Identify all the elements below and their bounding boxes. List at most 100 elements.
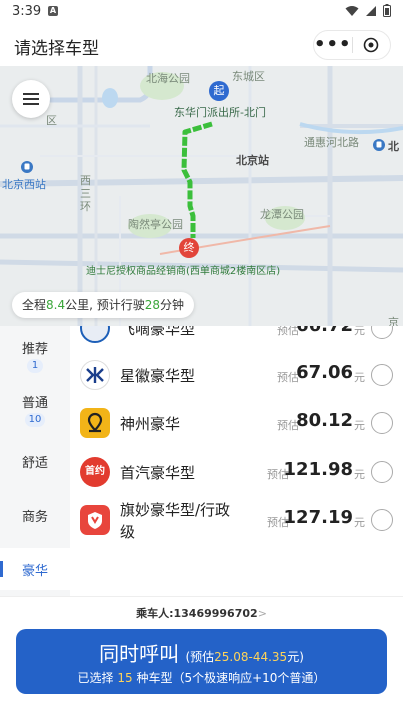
car-name-line2: 级 bbox=[120, 523, 136, 541]
selected-count: 15 bbox=[117, 671, 133, 685]
call-title: 同时呼叫 bbox=[99, 642, 180, 666]
close-button[interactable] bbox=[353, 37, 390, 53]
car-select-radio[interactable] bbox=[371, 509, 393, 531]
car-name-line1: 旗妙豪华型/行政 bbox=[120, 501, 231, 519]
car-price: 80.12 bbox=[296, 410, 353, 431]
page-title: 请选择车型 bbox=[14, 39, 99, 59]
menu-icon bbox=[23, 93, 39, 95]
category-luxury[interactable]: 豪华 bbox=[0, 548, 70, 590]
category-recommended[interactable]: 推荐 1 bbox=[0, 338, 70, 373]
more-button[interactable]: ••• bbox=[314, 30, 352, 60]
category-count-badge: 10 bbox=[25, 413, 45, 427]
menu-icon-line3 bbox=[23, 103, 39, 105]
route-prefix: 全程 bbox=[22, 298, 47, 312]
close-target-icon bbox=[363, 37, 379, 53]
price-unit: 元 bbox=[354, 419, 365, 432]
chevron-right-icon: > bbox=[257, 607, 267, 620]
map-label-beijing-station: 北京站 bbox=[236, 154, 269, 167]
price-unit: 元 bbox=[354, 516, 365, 529]
map-label-dongcheng: 东城区 bbox=[232, 70, 265, 83]
car-name: 首汽豪华型 bbox=[120, 464, 196, 482]
map-label-xisanhuan: 西三环 bbox=[80, 174, 91, 213]
xinghui-logo-icon bbox=[80, 360, 110, 390]
car-price: 121.98 bbox=[283, 459, 353, 480]
battery-icon bbox=[383, 4, 391, 17]
star-emblem-icon bbox=[86, 367, 104, 383]
map-label-tonghui: 通惠河北路 bbox=[304, 136, 359, 149]
category-label: 舒适 bbox=[21, 456, 48, 471]
car-row[interactable]: 星徽豪华型 预估 67.06 元 bbox=[70, 351, 403, 399]
menu-icon-line2 bbox=[23, 98, 39, 100]
route-map[interactable]: 北海公园 东城区 区 通惠河北路 北京站 北京西站 北 西三环 陶然亭公园 龙潭… bbox=[0, 66, 403, 328]
price-unit: 元 bbox=[354, 326, 365, 337]
route-summary: 全程8.4公里, 预计行驶28分钟 bbox=[12, 292, 195, 318]
end-place-label: 迪士尼授权商品经销商(西单商城2楼南区店) bbox=[86, 266, 281, 277]
map-label-bao: 北 bbox=[388, 140, 399, 153]
passenger-phone: 13469996702 bbox=[173, 607, 258, 620]
car-select-radio[interactable] bbox=[371, 461, 393, 483]
status-icons bbox=[345, 4, 391, 17]
car-select-radio[interactable] bbox=[371, 364, 393, 386]
route-minutes: 28 bbox=[144, 298, 161, 312]
feidi-logo-icon bbox=[80, 326, 110, 343]
route-mid: 公里, 预计行驶 bbox=[65, 298, 145, 312]
category-label: 推荐 bbox=[21, 342, 48, 357]
passenger-selector[interactable]: 乘车人:13469996702> bbox=[0, 605, 403, 621]
wifi-icon bbox=[345, 5, 359, 16]
app-header: 请选择车型 ••• bbox=[0, 24, 403, 66]
car-row[interactable]: 首约 首汽豪华型 预估 121.98 元 bbox=[70, 448, 403, 496]
car-price: 66.72 bbox=[296, 326, 353, 336]
map-label-longtan: 龙潭公园 bbox=[260, 208, 304, 221]
logo-text: 首约 bbox=[85, 466, 105, 477]
estimate-range: 25.08-44.35 bbox=[214, 650, 288, 664]
estimate-close: 元) bbox=[287, 650, 304, 664]
estimate-open: (预估 bbox=[185, 650, 215, 664]
car-select-radio[interactable] bbox=[371, 326, 393, 339]
shouqi-logo-icon: 首约 bbox=[80, 457, 110, 487]
map-label-taoranting: 陶然亭公园 bbox=[128, 218, 183, 231]
selected-summary: 已选择 15 种车型（5个极速响应+10个普通） bbox=[16, 669, 387, 686]
category-label: 商务 bbox=[21, 510, 48, 525]
signal-icon bbox=[366, 5, 376, 16]
category-label: 普通 bbox=[21, 396, 48, 411]
category-count-badge: 1 bbox=[27, 359, 43, 373]
car-price: 127.19 bbox=[283, 507, 353, 528]
train-station-icon-east bbox=[373, 139, 385, 151]
category-business[interactable]: 商务 bbox=[0, 506, 70, 525]
car-row[interactable]: 飞嘀豪华型 预估 66.72 元 bbox=[70, 326, 403, 352]
car-select-radio[interactable] bbox=[371, 412, 393, 434]
route-distance: 8.4 bbox=[46, 298, 66, 312]
category-standard[interactable]: 普通 10 bbox=[0, 392, 70, 427]
mini-program-capsule: ••• bbox=[313, 30, 391, 60]
car-name: 神州豪华 bbox=[120, 415, 181, 433]
car-price: 67.06 bbox=[296, 362, 353, 383]
selected-prefix: 已选择 bbox=[77, 671, 118, 685]
start-marker: 起 bbox=[209, 81, 229, 101]
active-indicator bbox=[0, 561, 3, 577]
end-marker: 终 bbox=[179, 238, 199, 258]
shenzhou-logo-icon bbox=[80, 408, 110, 438]
map-menu-button[interactable] bbox=[12, 80, 50, 118]
car-name: 星徽豪华型 bbox=[120, 367, 196, 385]
category-label: 豪华 bbox=[22, 564, 49, 579]
notification-icon: A bbox=[48, 6, 58, 16]
status-bar: 3:39 A bbox=[0, 0, 403, 24]
car-list: 飞嘀豪华型 预估 66.72 元 星徽豪华型 预估 67.06 元 神州豪华 预… bbox=[70, 326, 403, 544]
passenger-label: 乘车人: bbox=[136, 607, 174, 620]
category-comfort[interactable]: 舒适 bbox=[0, 452, 70, 471]
shield-icon bbox=[88, 512, 102, 529]
map-label-beijing-west: 北京西站 bbox=[2, 178, 46, 191]
car-row[interactable]: 神州豪华 预估 80.12 元 bbox=[70, 399, 403, 447]
car-row[interactable]: 旗妙豪华型/行政 级 预估 127.19 元 bbox=[70, 496, 403, 544]
map-label-beihai: 北海公园 bbox=[146, 72, 190, 85]
train-station-icon bbox=[21, 161, 33, 173]
location-pin-icon bbox=[87, 412, 103, 433]
price-unit: 元 bbox=[354, 371, 365, 384]
price-unit: 元 bbox=[354, 468, 365, 481]
qimiao-logo-icon bbox=[80, 505, 110, 535]
call-button[interactable]: 同时呼叫 (预估25.08-44.35元) 已选择 15 种车型（5个极速响应+… bbox=[16, 629, 387, 694]
route-suffix: 分钟 bbox=[160, 298, 185, 312]
selected-suffix: 种车型（5个极速响应+10个普通） bbox=[132, 671, 326, 685]
map-label-qu: 区 bbox=[46, 114, 57, 127]
status-time: 3:39 bbox=[12, 4, 42, 19]
